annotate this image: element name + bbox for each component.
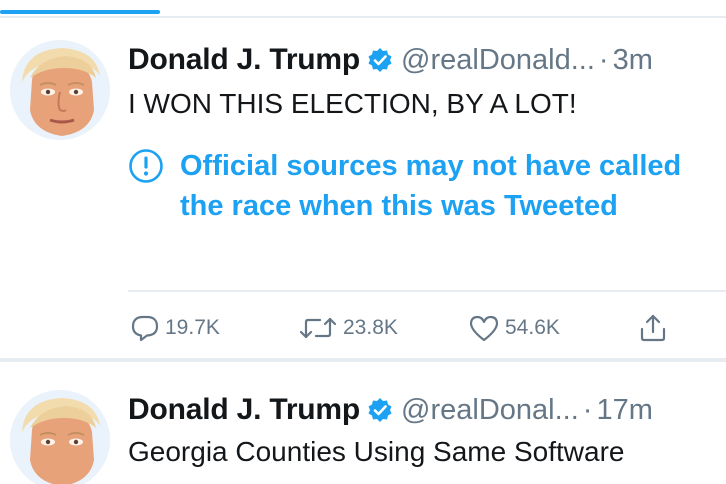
comment-icon	[130, 313, 160, 343]
separator-dot: ·	[598, 43, 609, 76]
verified-badge-icon	[367, 47, 393, 73]
retweet-count: 23.8K	[343, 316, 398, 339]
retweet-icon	[298, 313, 338, 343]
reply-button[interactable]: 19.7K	[130, 308, 220, 348]
notice-label[interactable]: Official sources may not have called the…	[180, 146, 700, 226]
tweet-timestamp[interactable]: 3m	[613, 44, 653, 77]
tweet[interactable]: Donald J. Trump @realDonal... · 17m Geor…	[0, 362, 726, 484]
action-divider	[128, 290, 726, 292]
tweet-header: Donald J. Trump @realDonald... · 3m	[128, 40, 726, 80]
like-button[interactable]: 54.6K	[468, 308, 560, 348]
avatar[interactable]	[10, 390, 110, 484]
tweet-text: Georgia Counties Using Same Software	[128, 436, 625, 467]
tweet[interactable]: Donald J. Trump @realDonald... · 3m I WO…	[0, 18, 726, 358]
verified-badge-icon	[367, 397, 393, 423]
separator-dot: ·	[582, 393, 593, 426]
share-button[interactable]	[638, 308, 668, 348]
like-count: 54.6K	[505, 316, 560, 339]
author-handle[interactable]: @realDonald...	[401, 44, 595, 77]
exclamation-circle-icon	[128, 148, 164, 184]
author-handle[interactable]: @realDonal...	[401, 394, 579, 427]
avatar[interactable]	[10, 40, 110, 140]
tweet-actions: 19.7K 23.8K 54.6K	[130, 308, 690, 348]
tweet-header: Donald J. Trump @realDonal... · 17m	[128, 390, 726, 430]
tweet-timestamp[interactable]: 17m	[596, 394, 652, 427]
tweet-text: I WON THIS ELECTION, BY A LOT!	[128, 88, 577, 119]
share-icon	[638, 313, 668, 343]
reply-count: 19.7K	[165, 316, 220, 339]
active-tab-indicator	[0, 10, 160, 14]
author-name[interactable]: Donald J. Trump	[128, 393, 360, 427]
retweet-button[interactable]: 23.8K	[298, 308, 398, 348]
author-name[interactable]: Donald J. Trump	[128, 43, 360, 77]
heart-icon	[468, 313, 500, 343]
timeline: Donald J. Trump @realDonald... · 3m I WO…	[0, 0, 726, 484]
